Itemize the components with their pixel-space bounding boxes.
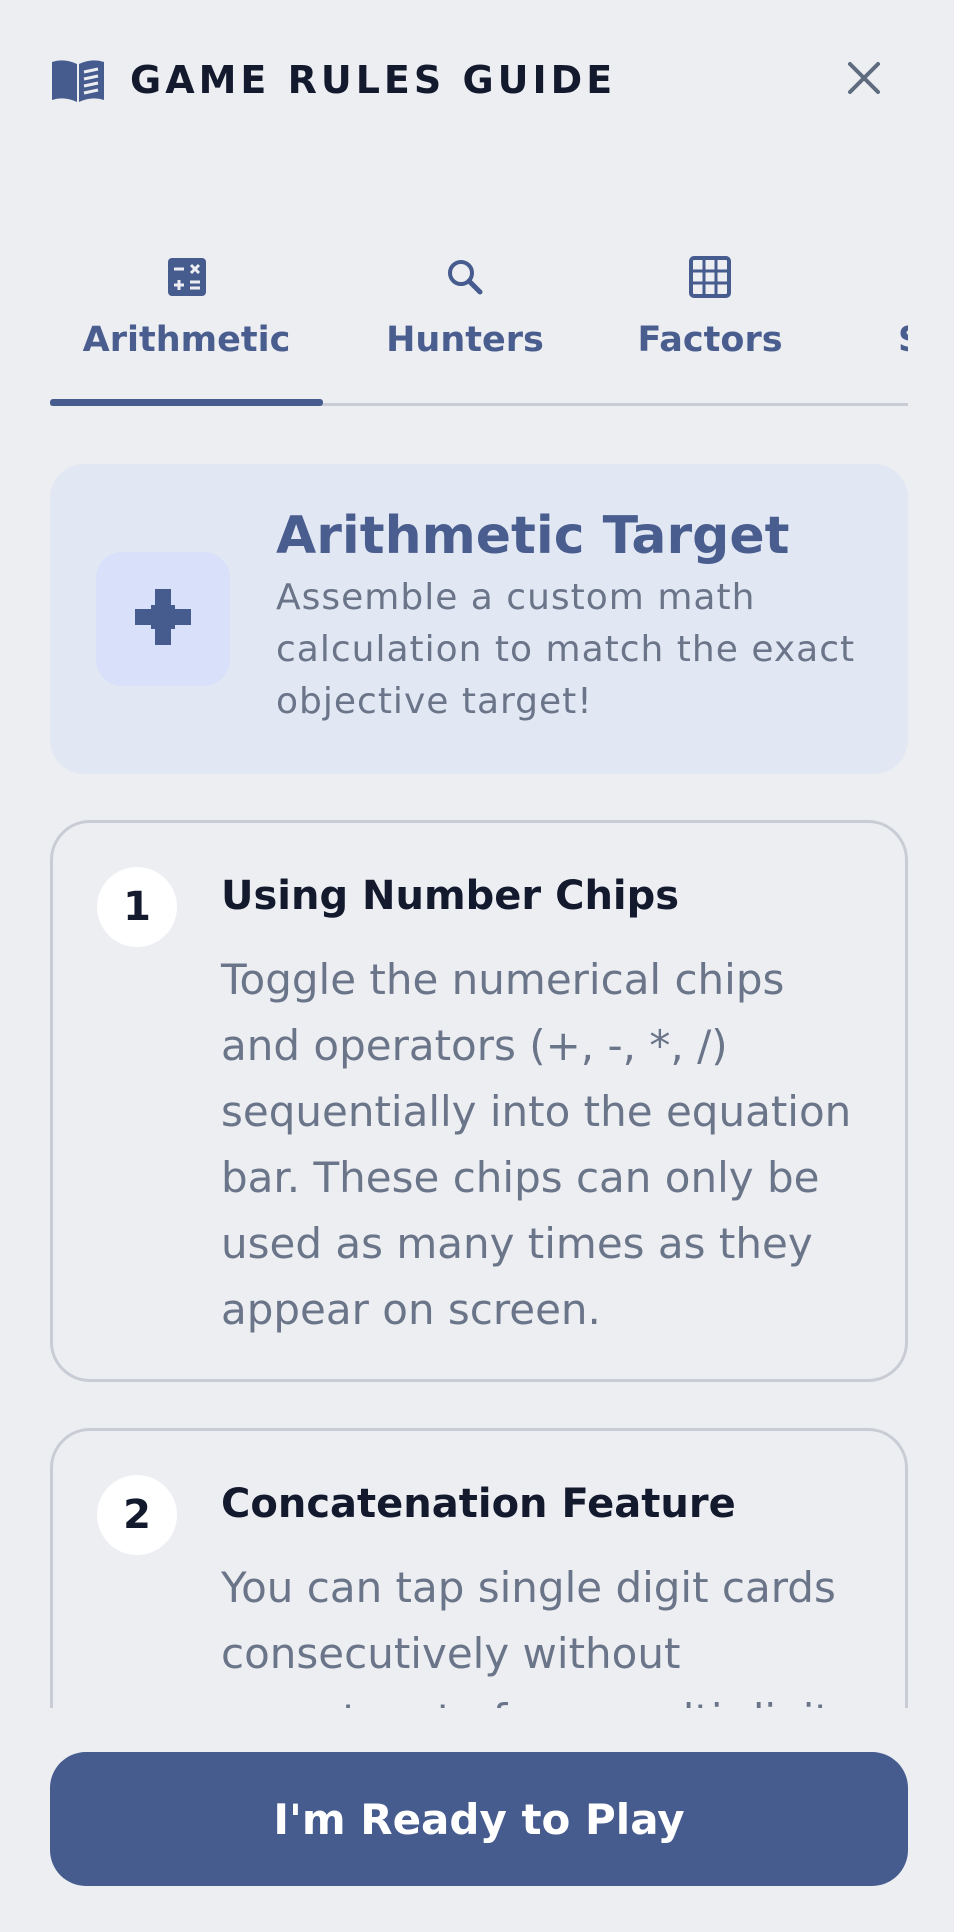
page-title: GAME RULES GUIDE [130, 58, 617, 102]
tab-arithmetic[interactable]: Arithmetic [50, 240, 323, 406]
rule-number-badge: 2 [97, 1475, 177, 1555]
tab-label: Arithmetic [82, 320, 291, 360]
tab-overflow[interactable]: S [850, 240, 908, 403]
mode-description: Assemble a custom math calculation to ma… [276, 577, 856, 722]
rule-card: 1 Using Number Chips Toggle the numerica… [50, 820, 908, 1382]
rule-number-badge: 1 [97, 867, 177, 947]
tab-factors[interactable]: Factors [605, 240, 815, 403]
grid-icon [687, 254, 733, 300]
tab-label: Factors [637, 320, 783, 360]
calculator-icon [164, 254, 210, 300]
tab-icon-placeholder [850, 254, 896, 300]
rule-title: Using Number Chips [221, 873, 680, 919]
ready-to-play-button[interactable]: I'm Ready to Play [50, 1752, 908, 1886]
tab-label: S [898, 320, 908, 360]
tab-label: Hunters [386, 320, 544, 360]
tab-hunters[interactable]: Hunters [360, 240, 570, 403]
rule-card: 2 Concatenation Feature You can tap sing… [50, 1428, 908, 1708]
header: GAME RULES GUIDE [0, 0, 954, 160]
rule-title: Concatenation Feature [221, 1481, 736, 1527]
rules-guide-screen: GAME RULES GUIDE Arithmetic Hunters Fact… [0, 0, 954, 1932]
footer: I'm Ready to Play [0, 1708, 954, 1932]
close-button[interactable] [836, 52, 892, 108]
close-icon [846, 60, 882, 101]
rule-description: You can tap single digit cards consecuti… [221, 1563, 836, 1708]
mode-summary-card: Arithmetic Target Assemble a custom math… [50, 464, 908, 774]
search-icon [442, 254, 488, 300]
open-book-icon [50, 56, 106, 104]
rule-description: Toggle the numerical chips and operators… [221, 955, 852, 1334]
rules-scroll-area[interactable]: 1 Using Number Chips Toggle the numerica… [0, 800, 954, 1708]
active-tab-indicator [50, 399, 323, 406]
plus-cross-icon [133, 587, 193, 652]
mode-title: Arithmetic Target [276, 506, 790, 566]
category-tabs: Arithmetic Hunters Factors [50, 240, 908, 406]
mode-icon-container [96, 552, 230, 686]
